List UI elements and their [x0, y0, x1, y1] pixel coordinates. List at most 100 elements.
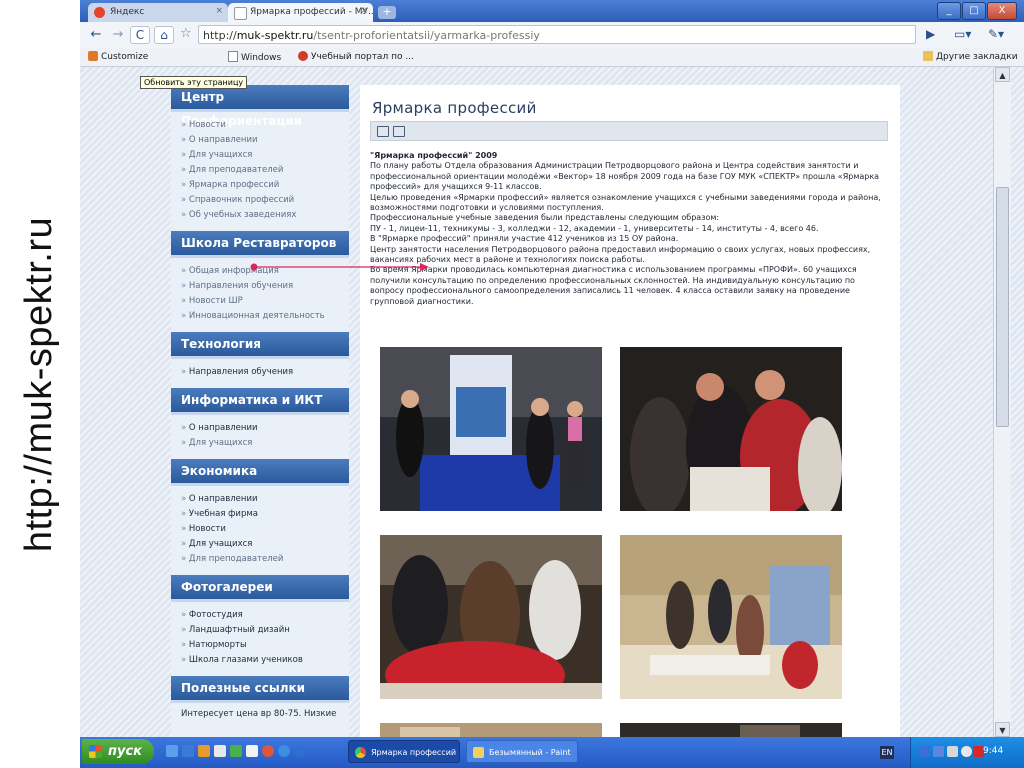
article-paragraph: Целью проведения «Ярмарки профессий» явл…: [370, 192, 881, 213]
bookmark-customize[interactable]: Customize: [88, 51, 148, 62]
taskbar: пуск Ярмарка профессий ... Безымянный - …: [80, 737, 1024, 768]
language-indicator[interactable]: EN: [880, 746, 894, 759]
home-icon[interactable]: ⌂: [154, 26, 174, 44]
quicklaunch-icon[interactable]: [294, 745, 306, 757]
close-tab-icon[interactable]: ×: [215, 6, 223, 16]
gallery-photo[interactable]: [620, 347, 842, 511]
taskbar-item-paint[interactable]: Безымянный - Paint: [466, 740, 578, 763]
sidebar-item[interactable]: Для учащихся: [181, 537, 349, 552]
sidebar-item[interactable]: Школа глазами учеников: [181, 653, 349, 668]
bookmark-label: Customize: [101, 52, 149, 62]
go-arrow-icon[interactable]: ▶: [926, 27, 935, 41]
wrench-icon[interactable]: ✎▾: [988, 27, 1004, 41]
quicklaunch-icon[interactable]: [246, 745, 258, 757]
bookmark-windows[interactable]: Windows: [228, 51, 281, 63]
sidebar-item[interactable]: Фотостудия: [181, 608, 349, 623]
sidebar-item[interactable]: Инновационная деятельность: [181, 309, 349, 324]
gallery-photo[interactable]: [380, 535, 602, 699]
sidebar-item[interactable]: Об учебных заведениях: [181, 208, 349, 223]
gallery-photo[interactable]: [620, 723, 842, 737]
article-paragraph: В "Ярмарке профессий" приняли участие 41…: [370, 234, 679, 244]
close-window-button[interactable]: X: [987, 2, 1017, 20]
task-label: Безымянный - Paint: [489, 748, 571, 757]
email-icon[interactable]: [393, 126, 405, 137]
address-bar[interactable]: http://muk-spektr.ru/tsentr-proforientat…: [198, 25, 916, 44]
sidebar-item[interactable]: Для преподавателей: [181, 552, 349, 567]
quicklaunch-icon[interactable]: [230, 745, 242, 757]
tray-icon[interactable]: [933, 746, 944, 757]
close-tab-icon[interactable]: ×: [360, 6, 368, 16]
gallery-photo[interactable]: [380, 723, 602, 737]
tray-icon[interactable]: [947, 746, 958, 757]
page-menu-icon[interactable]: ▭▾: [954, 27, 971, 41]
article-paragraph: Центр занятости населения Петродворцовог…: [370, 244, 871, 265]
bookmark-label: Другие закладки: [936, 52, 1018, 62]
back-arrow-icon[interactable]: ←: [86, 26, 106, 44]
sidebar-item[interactable]: Для преподавателей: [181, 163, 349, 178]
sidebar-item[interactable]: Ландшафтный дизайн: [181, 623, 349, 638]
sidebar-section-title: Информатика и ИКТ: [171, 388, 349, 415]
gallery-photo[interactable]: [620, 535, 842, 699]
new-tab-button[interactable]: +: [378, 6, 396, 19]
tab-yandex[interactable]: Яндекс ×: [88, 3, 228, 22]
sidebar-item[interactable]: Ярмарка профессий: [181, 178, 349, 193]
sidebar-section-technology: Технология Направления обучения: [171, 332, 349, 388]
quicklaunch-icon[interactable]: [198, 745, 210, 757]
sidebar-item[interactable]: Новости ШР: [181, 294, 349, 309]
sidebar-list: О направлении Учебная фирма Новости Для …: [171, 486, 349, 575]
sidebar-section-title: Центр Профориентации: [171, 85, 349, 128]
sidebar-item[interactable]: Направления обучения: [181, 365, 349, 380]
sidebar-section-title: Фотогалереи: [171, 575, 349, 602]
article-actions: [370, 121, 888, 141]
article-paragraph: Во время Ярмарки проводилась компьютерна…: [370, 265, 857, 306]
clock: 9:44: [983, 746, 1004, 756]
sidebar-item[interactable]: Для учащихся: [181, 436, 349, 451]
bookmark-label: Учебный портал по ...: [311, 52, 414, 62]
sidebar-item[interactable]: Справочник профессий: [181, 193, 349, 208]
article-body: "Ярмарка профессий" 2009 По плану работы…: [370, 151, 886, 307]
quicklaunch-icon[interactable]: [214, 745, 226, 757]
forward-arrow-icon[interactable]: →: [108, 26, 128, 44]
quicklaunch-icon[interactable]: [166, 745, 178, 757]
scroll-thumb[interactable]: [996, 187, 1009, 427]
bookmark-portal[interactable]: Учебный портал по ...: [298, 51, 414, 62]
scroll-down-icon[interactable]: ▼: [995, 722, 1010, 737]
sidebar-item[interactable]: Для учащихся: [181, 148, 349, 163]
tray-icon[interactable]: [961, 746, 972, 757]
start-button[interactable]: пуск: [82, 739, 154, 764]
print-icon[interactable]: [377, 126, 389, 137]
sidebar-section-title: Технология: [171, 332, 349, 359]
quicklaunch-icon[interactable]: [262, 745, 274, 757]
sidebar-item[interactable]: Направления обучения: [181, 279, 349, 294]
folder-icon: [923, 51, 933, 61]
quicklaunch-icon[interactable]: [278, 745, 290, 757]
sidebar-item[interactable]: Натюрморты: [181, 638, 349, 653]
sidebar-item[interactable]: О направлении: [181, 133, 349, 148]
paint-icon: [473, 747, 484, 758]
portal-icon: [298, 51, 308, 61]
sidebar-item[interactable]: Учебная фирма: [181, 507, 349, 522]
tray-icon[interactable]: [919, 746, 930, 757]
page-icon: [234, 7, 247, 20]
sidebar-item[interactable]: Общая информация: [181, 264, 349, 279]
tab-yarmarka[interactable]: Ярмарка профессий - МУ... ×: [228, 3, 373, 22]
yandex-icon: [94, 7, 105, 18]
scroll-up-icon[interactable]: ▲: [995, 67, 1010, 82]
slide-url-label-container: http://muk-spektr.ru: [0, 0, 80, 768]
sidebar-section-title: Полезные ссылки: [171, 676, 349, 703]
sidebar-item[interactable]: Новости: [181, 522, 349, 537]
sidebar-item[interactable]: О направлении: [181, 492, 349, 507]
reload-icon[interactable]: C: [130, 26, 150, 44]
article-paragraph: По плану работы Отдела образования Админ…: [370, 161, 880, 192]
maximize-button[interactable]: □: [962, 2, 986, 20]
taskbar-item-browser[interactable]: Ярмарка профессий ...: [348, 740, 460, 763]
bookmark-other[interactable]: Другие закладки: [923, 51, 1018, 62]
page-icon: [228, 51, 238, 62]
task-label: Ярмарка профессий ...: [371, 748, 460, 757]
vertical-scrollbar[interactable]: ▲ ▼: [993, 67, 1011, 737]
quicklaunch-icon[interactable]: [182, 745, 194, 757]
star-icon[interactable]: ☆: [180, 26, 192, 41]
gallery-photo[interactable]: [380, 347, 602, 511]
sidebar-item[interactable]: О направлении: [181, 421, 349, 436]
minimize-button[interactable]: _: [937, 2, 961, 20]
